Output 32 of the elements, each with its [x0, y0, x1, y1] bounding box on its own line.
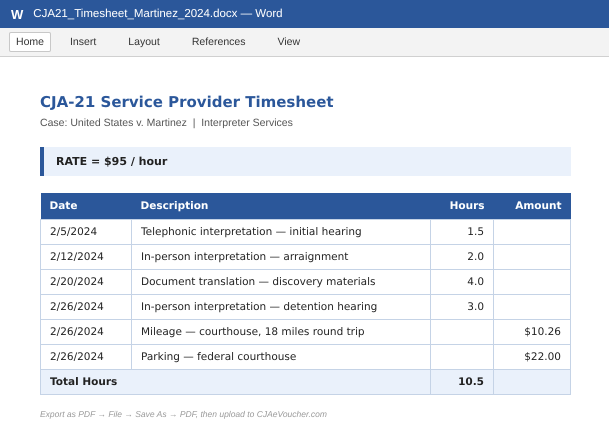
window-title: CJA21_Timesheet_Martinez_2024.docx — Word — [33, 8, 283, 20]
document-heading: CJA-21 Service Provider Timesheet — [40, 93, 335, 111]
column-header: Date — [40, 193, 132, 220]
ribbon-tab[interactable]: References — [184, 32, 253, 52]
table-cell: Telephonic interpretation — initial hearing — [132, 220, 430, 244]
table-cell: 2/26/2024 — [40, 294, 132, 320]
table-cell: 1.5 — [430, 220, 494, 244]
column-header: Description — [132, 193, 430, 220]
table-cell: Document translation — discovery materials — [132, 270, 430, 294]
ribbon-tab[interactable]: Insert — [63, 32, 104, 52]
ribbon-tab[interactable]: Home — [9, 32, 52, 52]
table-cell: 2/5/2024 — [40, 220, 132, 244]
table-cell: 2.0 — [430, 244, 494, 270]
column-header: Hours — [430, 193, 494, 220]
column-header: Amount — [494, 193, 570, 220]
table-cell: Mileage — courthouse, 18 miles round trip — [132, 320, 430, 344]
ribbon-tab[interactable]: View — [270, 32, 308, 52]
table-cell: $10.26 — [494, 320, 570, 344]
total-hours: 10.5 — [430, 370, 494, 394]
table-cell: 3.0 — [430, 294, 494, 320]
footnote: Export as PDF → File → Save As → PDF, then upload to CJAeVoucher.com — [40, 409, 328, 419]
word-app-icon: W — [11, 6, 24, 22]
table-cell: 2/12/2024 — [40, 244, 132, 270]
document-subtitle: Case: United States v. Martinez | Interpreter Services — [40, 117, 294, 129]
table-cell: 4.0 — [430, 270, 494, 294]
table-cell: In-person interpretation — arraignment — [132, 244, 430, 270]
table-cell: 2/20/2024 — [40, 270, 132, 294]
rate-callout: RATE = $95 / hour — [40, 147, 571, 176]
total-label: Total Hours — [40, 370, 430, 394]
table-cell: 2/26/2024 — [40, 320, 132, 344]
table-cell: In-person interpretation — detention hearing — [132, 294, 430, 320]
ribbon-tab[interactable]: Layout — [121, 32, 167, 52]
